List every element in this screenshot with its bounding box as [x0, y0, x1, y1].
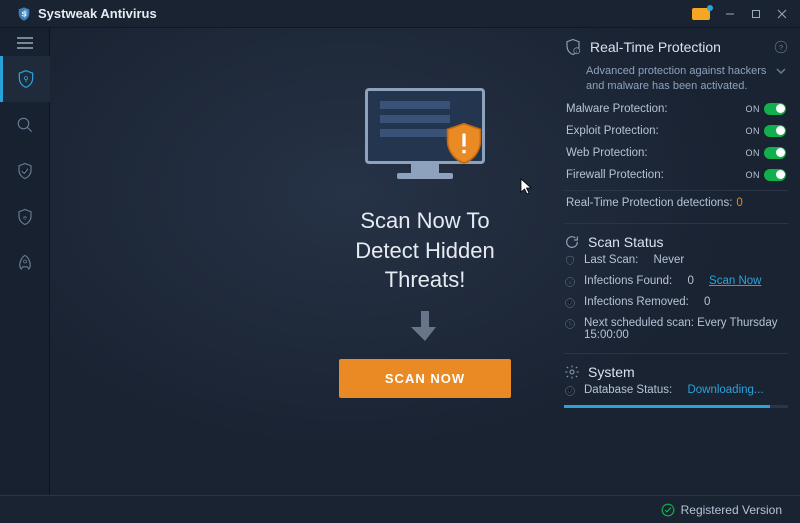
toggle-row-firewall: Firewall Protection: ON	[564, 164, 788, 186]
svg-text:?: ?	[779, 43, 783, 52]
footer: Registered Version	[0, 495, 800, 523]
sidebar-item-quarantine[interactable]: e	[0, 194, 50, 240]
detections-row: Real-Time Protection detections: 0	[564, 190, 788, 215]
toggle-web[interactable]	[764, 147, 786, 159]
maximize-button[interactable]	[744, 4, 768, 24]
system-title: System	[588, 364, 635, 380]
infections-found-row: Infections Found: 0 Scan Now	[564, 271, 788, 292]
realtime-title: Real-Time Protection	[590, 39, 721, 55]
next-scan-row: Next scheduled scan: Every Thursday 15:0…	[564, 313, 788, 345]
main-content: Scan Now To Detect Hidden Threats! SCAN …	[50, 28, 800, 495]
refresh-icon	[564, 234, 580, 250]
realtime-subtitle: Advanced protection against hackers and …	[586, 64, 784, 94]
db-status-value: Downloading...	[687, 384, 763, 396]
check-circle-icon	[564, 297, 578, 309]
svg-text:e: e	[23, 214, 27, 221]
download-progress	[564, 405, 788, 408]
check-circle-icon	[564, 385, 578, 397]
scan-now-button[interactable]: SCAN NOW	[339, 359, 511, 398]
toggle-row-malware: Malware Protection: ON	[564, 98, 788, 120]
scan-now-link[interactable]: Scan Now	[709, 275, 761, 287]
infections-removed-row: Infections Removed: 0	[564, 292, 788, 313]
toggle-firewall[interactable]	[764, 169, 786, 181]
chevron-down-icon[interactable]	[776, 66, 786, 76]
clock-icon	[564, 318, 578, 330]
close-button[interactable]	[770, 4, 794, 24]
title-bar: S Systweak Antivirus	[0, 0, 800, 28]
shield-check-icon	[564, 255, 578, 267]
sidebar: e	[0, 28, 50, 495]
monitor-illustration	[360, 88, 490, 188]
toggle-exploit[interactable]	[764, 125, 786, 137]
alert-shield-icon	[444, 122, 484, 168]
toggle-row-exploit: Exploit Protection: ON	[564, 120, 788, 142]
gear-icon	[564, 364, 580, 380]
check-icon	[661, 503, 675, 517]
database-status-row: Database Status: Downloading...	[564, 380, 788, 401]
minimize-button[interactable]	[718, 4, 742, 24]
hero-heading: Scan Now To Detect Hidden Threats!	[355, 206, 494, 295]
svg-text:i: i	[576, 49, 577, 54]
shield-info-icon: i	[564, 38, 582, 56]
toggle-row-web: Web Protection: ON	[564, 142, 788, 164]
scan-status-title: Scan Status	[588, 234, 664, 250]
svg-text:S: S	[22, 9, 27, 18]
hamburger-menu[interactable]	[0, 30, 50, 56]
info-icon	[564, 276, 578, 288]
sidebar-item-protection[interactable]	[0, 148, 50, 194]
sidebar-item-boost[interactable]	[0, 240, 50, 286]
last-scan-row: Last Scan: Never	[564, 250, 788, 271]
scan-status-section: Scan Status Last Scan: Never Infections …	[564, 223, 788, 353]
arrow-down-icon	[411, 309, 439, 343]
notification-badge-icon[interactable]	[692, 8, 710, 20]
sidebar-item-scan[interactable]	[0, 102, 50, 148]
registered-label: Registered Version	[681, 503, 782, 517]
help-icon[interactable]: ?	[774, 40, 788, 54]
realtime-section: i Real-Time Protection ? Advanced protec…	[564, 38, 788, 223]
app-logo-icon: S	[16, 6, 32, 22]
toggle-malware[interactable]	[764, 103, 786, 115]
status-panel: i Real-Time Protection ? Advanced protec…	[560, 38, 800, 416]
app-title: Systweak Antivirus	[38, 6, 157, 21]
sidebar-item-home[interactable]	[0, 56, 50, 102]
system-section: System Database Status: Downloading...	[564, 353, 788, 416]
